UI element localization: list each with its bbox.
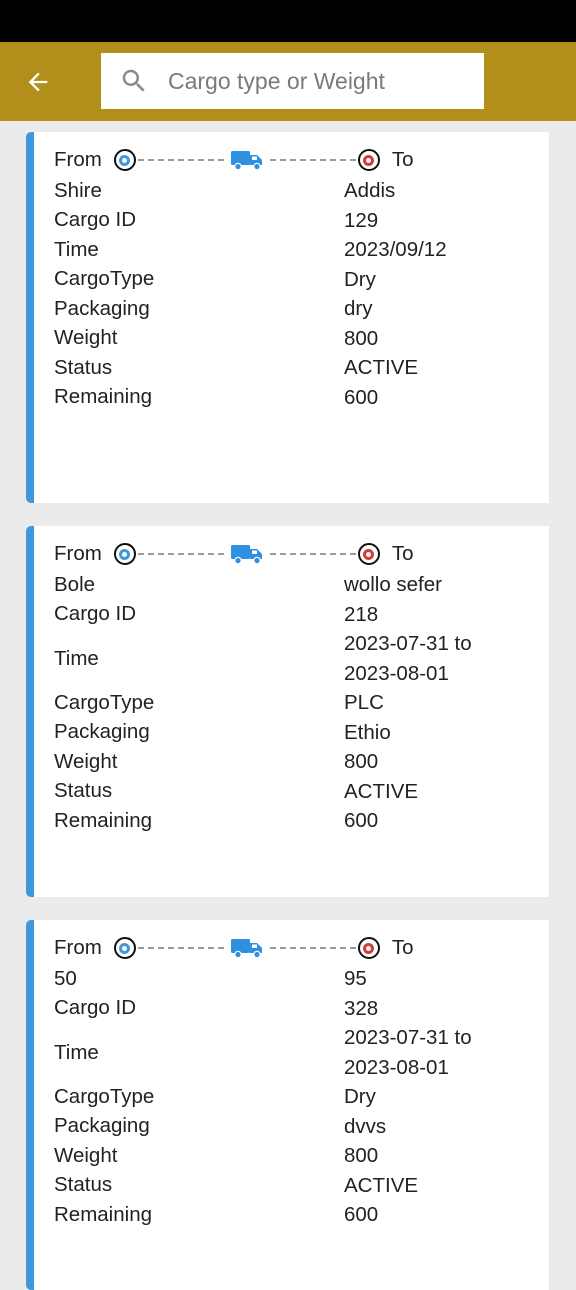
to-label: To [391,936,414,959]
truck-icon [230,149,264,171]
search-icon [119,66,149,96]
search-box[interactable] [101,53,484,109]
app-bar [0,42,576,121]
field-value: 600 [344,809,379,832]
from-label: From [54,542,102,565]
field-value: 328 [344,996,379,1020]
route-dash [269,159,356,161]
cargo-card[interactable]: From To 50 95 Cargo ID 328 Time 2023-07-31 to 2… [26,920,549,1290]
to-label: To [391,542,414,565]
field-value: Dry [344,267,376,291]
field-value: 2023/09/12 [344,238,447,261]
field-value: ACTIVE [344,779,419,803]
route-row: From To [54,932,454,964]
destination-marker-icon [357,543,380,565]
field-value: 600 [344,385,379,409]
field-value: 800 [344,750,379,773]
field-value: 600 [344,1203,379,1226]
destination-value: 95 [344,967,367,990]
field-value: PLC [344,691,384,714]
route-dash [269,947,356,949]
destination-marker-icon [357,149,380,171]
truck-icon [230,543,264,565]
field-label: Weight [54,749,118,773]
field-label: Remaining [54,1202,152,1226]
field-label: Weight [54,1143,118,1167]
origin-marker-icon [113,543,136,565]
route-dash [137,553,224,555]
cargo-card[interactable]: From To Bole wollo sefer Cargo ID 218 Time 2023… [26,526,549,897]
route-dash [137,159,224,161]
destination-value: wollo sefer [344,573,442,596]
field-label: Packaging [54,296,150,320]
from-label: From [54,936,102,959]
field-value: dry [344,297,373,320]
destination-value: Addis [344,179,396,202]
arrow-left-icon [28,72,48,92]
origin-value: Bole [54,572,96,596]
field-value: 218 [344,602,379,626]
field-label: Packaging [54,720,150,744]
route-dash [269,553,356,555]
field-value: 800 [344,326,379,350]
field-value: 129 [344,208,379,232]
field-value: 800 [344,1144,379,1167]
field-label: Remaining [54,808,152,832]
origin-value: Shire [54,178,102,202]
truck-icon [230,937,264,959]
field-label: Status [54,355,113,379]
route-dash [137,947,224,949]
destination-marker-icon [357,937,380,959]
route-row: From To [54,538,454,570]
field-value: 2023-07-31 to 2023-08-01 [344,632,472,685]
field-label: Status [54,1173,113,1197]
field-value: ACTIVE [344,1173,419,1197]
field-label: Cargo ID [54,996,137,1020]
cargo-card[interactable]: From To Shire Addis Cargo ID 129 Time 2023/09/1… [26,132,549,503]
field-label: CargoType [54,690,155,714]
to-label: To [391,148,414,171]
field-label: Time [54,1040,99,1064]
field-label: Status [54,779,113,803]
field-value: dvvs [344,1114,387,1138]
field-label: CargoType [54,267,155,291]
origin-value: 50 [54,966,77,990]
field-label: Time [54,646,99,670]
field-value: 2023-07-31 to 2023-08-01 [344,1026,472,1079]
origin-marker-icon [113,149,136,171]
field-label: Weight [54,326,118,350]
origin-marker-icon [113,937,136,959]
route-row: From To [54,144,454,176]
field-value: Dry [344,1085,376,1108]
back-button[interactable] [18,62,58,102]
field-label: Packaging [54,1114,150,1138]
from-label: From [54,148,102,171]
field-label: Cargo ID [54,208,137,232]
field-label: Remaining [54,385,152,409]
field-label: Cargo ID [54,602,137,626]
status-bar [0,0,576,42]
field-value: ACTIVE [344,356,419,379]
field-value: Ethio [344,720,391,744]
search-input[interactable] [168,67,468,95]
field-label: Time [54,237,99,261]
field-label: CargoType [54,1084,155,1108]
